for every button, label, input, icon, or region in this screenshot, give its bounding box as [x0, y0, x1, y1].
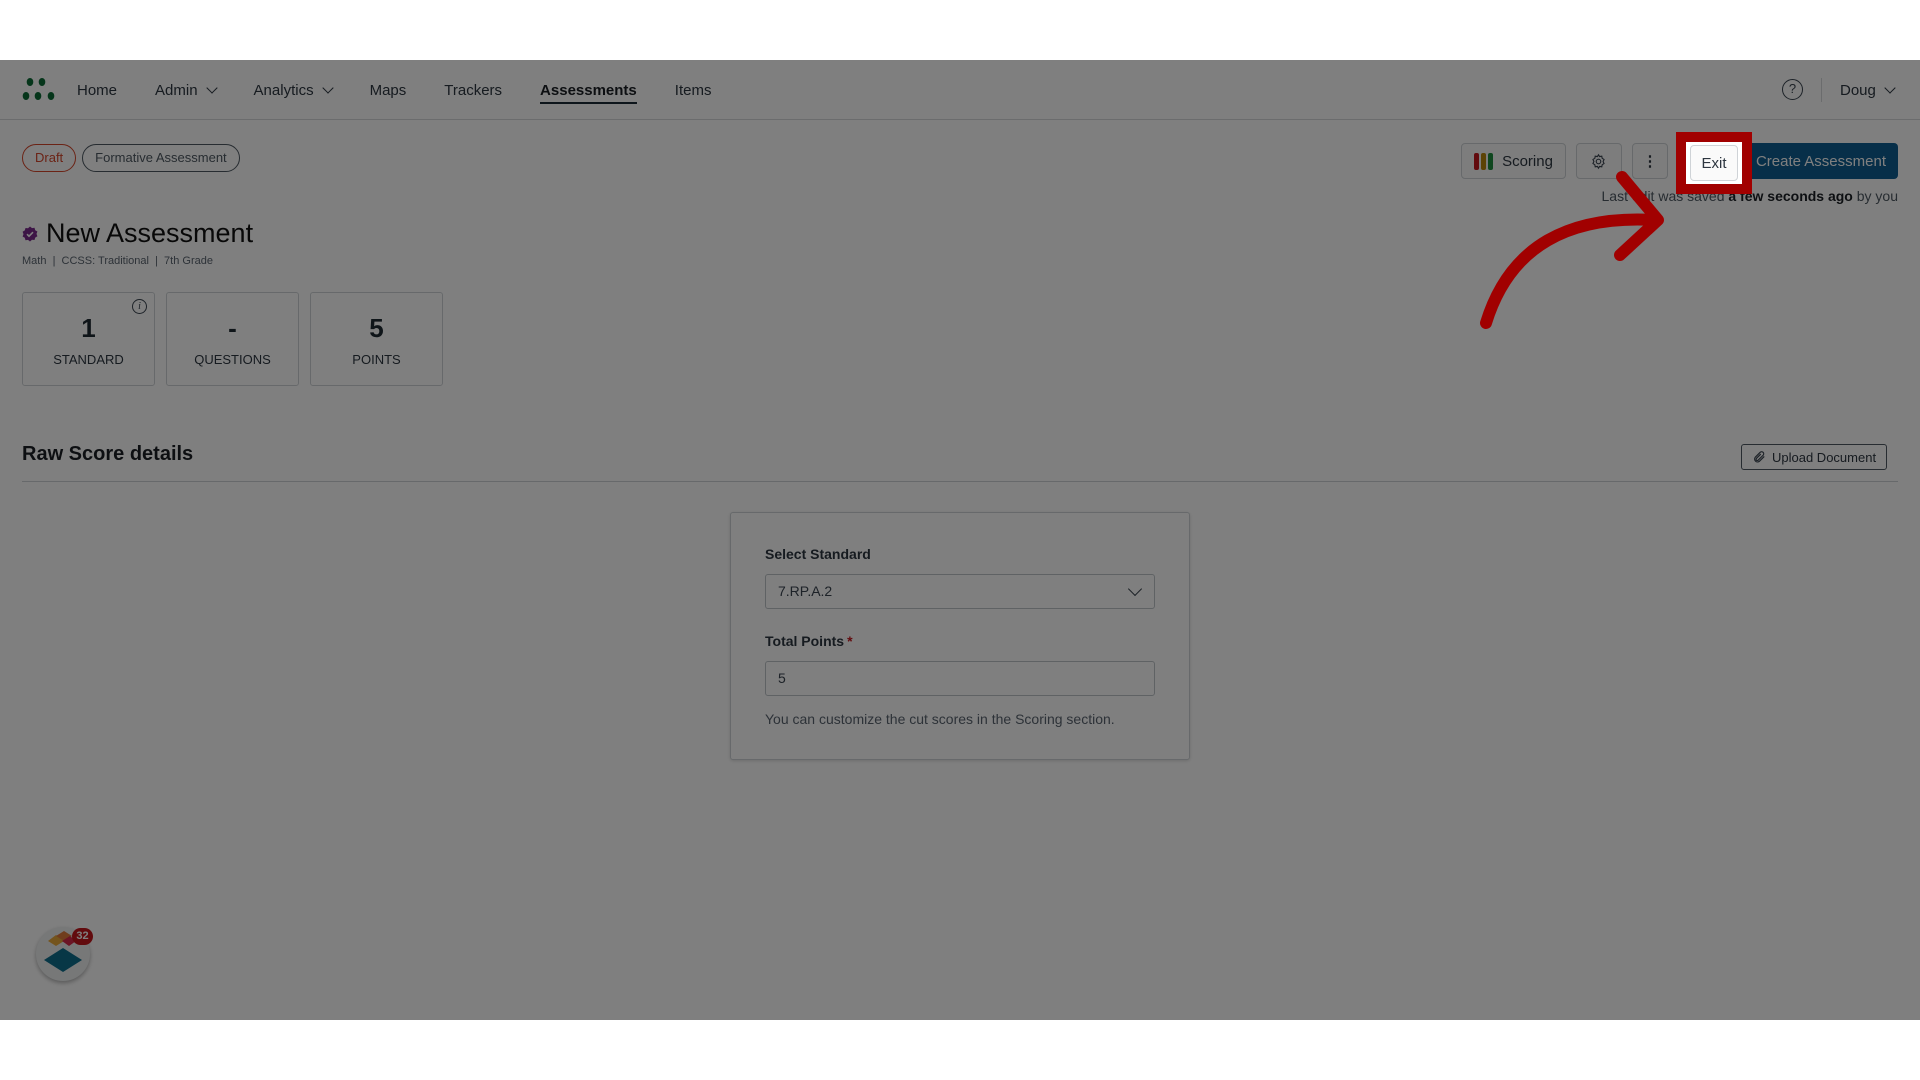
nav-divider [1821, 78, 1822, 102]
stat-points: 5 POINTS [310, 292, 443, 386]
saved-suffix: by you [1856, 188, 1898, 204]
stats-row: i 1 STANDARD - QUESTIONS 5 POINTS [22, 292, 443, 386]
nav-home-label: Home [77, 81, 118, 99]
notification-count-badge: 32 [72, 928, 93, 945]
assessment-type-badge: Formative Assessment [82, 144, 240, 172]
total-points-input[interactable]: 5 [765, 661, 1155, 696]
help-icon[interactable]: ? [1782, 79, 1803, 100]
nav-items[interactable]: Items [675, 60, 712, 120]
section-title: Raw Score details [22, 443, 194, 465]
nav-trackers[interactable]: Trackers [444, 60, 502, 120]
total-points-label-text: Total Points [765, 633, 845, 649]
assessment-title: New Assessment [46, 218, 254, 248]
annotation-arrow-icon [1480, 171, 1664, 329]
nav-analytics-label: Analytics [253, 81, 314, 99]
chevron-down-icon [205, 81, 218, 94]
stat-value: - [228, 313, 237, 343]
nav-maps-label: Maps [369, 81, 407, 99]
page-title: New Assessment [22, 218, 253, 249]
app-window: Home Admin Analytics Maps Trackers Asses… [0, 60, 1920, 1020]
scoring-hint: You can customize the cut scores in the … [765, 711, 1115, 727]
chevron-down-icon [1884, 81, 1896, 94]
chevron-down-icon [321, 81, 334, 94]
stat-label: STANDARD [53, 352, 124, 367]
nav-items-label: Items [674, 81, 712, 99]
standard-select[interactable]: 7.RP.A.2 [765, 574, 1155, 609]
info-icon[interactable]: i [132, 299, 147, 314]
stat-label: POINTS [352, 352, 401, 367]
total-points-label: Total Points * [765, 633, 853, 649]
nav-admin[interactable]: Admin [155, 60, 218, 120]
status-badges: Draft Formative Assessment [22, 144, 240, 172]
standard-select-value: 7.RP.A.2 [778, 583, 833, 599]
raw-score-form: Select Standard 7.RP.A.2 Total Points * 5… [730, 512, 1190, 760]
nav-analytics[interactable]: Analytics [253, 60, 334, 120]
top-nav: Home Admin Analytics Maps Trackers Asses… [0, 60, 1920, 120]
upload-label: Upload Document [1772, 449, 1877, 465]
upload-document-button[interactable]: Upload Document [1741, 444, 1888, 470]
stat-value: 1 [81, 313, 96, 343]
chevron-down-icon [1127, 581, 1143, 597]
verified-badge-icon [22, 226, 38, 241]
section-divider [22, 481, 1898, 482]
total-points-value: 5 [778, 670, 786, 686]
create-assessment-button[interactable]: Create Assessment [1743, 143, 1898, 179]
nav-assessments-label: Assessments [540, 81, 637, 99]
app-logo-icon[interactable] [22, 77, 58, 103]
draft-badge: Draft [22, 144, 77, 172]
paperclip-icon [1754, 451, 1765, 463]
user-menu[interactable]: Doug [1840, 60, 1896, 120]
nav-admin-label: Admin [155, 81, 198, 99]
required-asterisk: * [847, 633, 853, 649]
stat-standard: i 1 STANDARD [22, 292, 155, 386]
nav-assessments[interactable]: Assessments [540, 60, 637, 120]
nav-home[interactable]: Home [77, 60, 117, 120]
user-name: Doug [1840, 81, 1876, 99]
assessment-meta: Math | CCSS: Traditional | 7th Grade [22, 255, 213, 267]
stat-questions: - QUESTIONS [166, 292, 299, 386]
stat-value: 5 [369, 313, 384, 343]
stat-label: QUESTIONS [194, 352, 271, 367]
nav-maps[interactable]: Maps [370, 60, 407, 120]
annotation-highlight-box [1676, 132, 1752, 194]
select-standard-label: Select Standard [765, 546, 871, 562]
nav-trackers-label: Trackers [444, 81, 503, 99]
